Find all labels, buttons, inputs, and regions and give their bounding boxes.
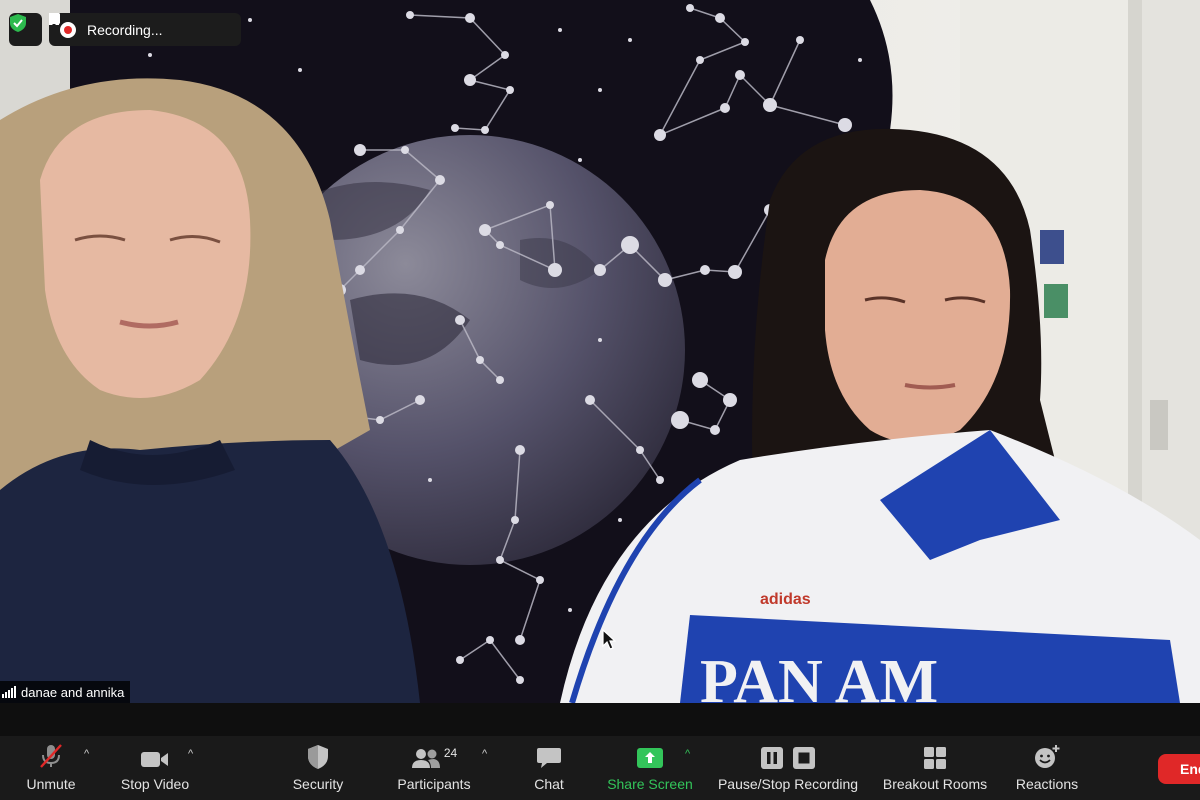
pause-recording-button[interactable] — [49, 13, 201, 41]
unmute-label: Unmute — [26, 776, 76, 792]
reactions-label: Reactions — [1015, 776, 1079, 792]
security-indicator[interactable] — [9, 13, 42, 46]
stop-video-label: Stop Video — [120, 776, 190, 792]
mouse-cursor-icon — [602, 629, 616, 650]
chat-button[interactable]: Chat — [526, 736, 572, 800]
security-button[interactable]: Security — [286, 736, 350, 800]
share-screen-button[interactable]: Share Screen — [604, 736, 696, 800]
share-options-chevron-icon[interactable]: ^ — [685, 748, 690, 760]
security-label: Security — [292, 776, 344, 792]
emoji-add-icon — [1035, 745, 1060, 768]
svg-text:adidas: adidas — [760, 591, 811, 608]
svg-text:PAN AM: PAN AM — [700, 648, 938, 703]
participant-name-label: danae and annika — [0, 681, 131, 703]
end-label: End — [1180, 761, 1200, 777]
stop-recording-icon — [793, 747, 815, 769]
participants-options-chevron-icon[interactable]: ^ — [482, 748, 487, 760]
stop-recording-button[interactable] — [49, 13, 229, 41]
recording-dot-icon — [60, 21, 76, 38]
meeting-toolbar: Unmute ^ Stop Video ^ Security 24 Partic… — [0, 736, 1200, 800]
connection-signal-icon — [2, 686, 16, 698]
reactions-button[interactable]: Reactions — [1012, 736, 1082, 800]
participants-icon — [411, 749, 440, 768]
video-feed: PAN AM adidas Recording... danae and ann… — [0, 0, 1200, 703]
breakout-rooms-button[interactable]: Breakout Rooms — [880, 736, 990, 800]
shield-icon — [308, 745, 328, 769]
shield-check-icon — [10, 14, 26, 32]
stop-video-button[interactable]: Stop Video — [114, 736, 196, 800]
recording-status-text: Recording... — [87, 21, 163, 38]
share-screen-icon — [637, 748, 663, 768]
chat-label: Chat — [534, 776, 564, 792]
participant-name: danae and annika — [21, 684, 125, 700]
participants-label: Participants — [397, 776, 471, 792]
pause-stop-recording-label: Pause/Stop Recording — [717, 776, 859, 792]
breakout-rooms-icon — [924, 747, 946, 769]
end-meeting-button[interactable]: End — [1158, 754, 1200, 784]
audio-options-chevron-icon[interactable]: ^ — [84, 748, 89, 760]
participants-button[interactable]: 24 Participants — [392, 736, 476, 800]
video-options-chevron-icon[interactable]: ^ — [188, 748, 193, 760]
chat-bubble-icon — [537, 748, 561, 768]
participants-count: 24 — [443, 746, 458, 760]
unmute-button[interactable]: Unmute — [12, 736, 90, 800]
share-screen-label: Share Screen — [607, 776, 693, 792]
breakout-rooms-label: Breakout Rooms — [882, 776, 988, 792]
video-camera-icon — [141, 752, 168, 767]
video-frame: PAN AM adidas — [0, 0, 1200, 703]
recording-indicator: Recording... — [49, 13, 241, 46]
pause-recording-icon — [761, 747, 783, 769]
pause-stop-recording-button[interactable]: Pause/Stop Recording — [714, 736, 862, 800]
video-bottom-bar — [0, 703, 1200, 736]
microphone-muted-icon — [40, 744, 62, 768]
stop-icon — [49, 13, 60, 24]
